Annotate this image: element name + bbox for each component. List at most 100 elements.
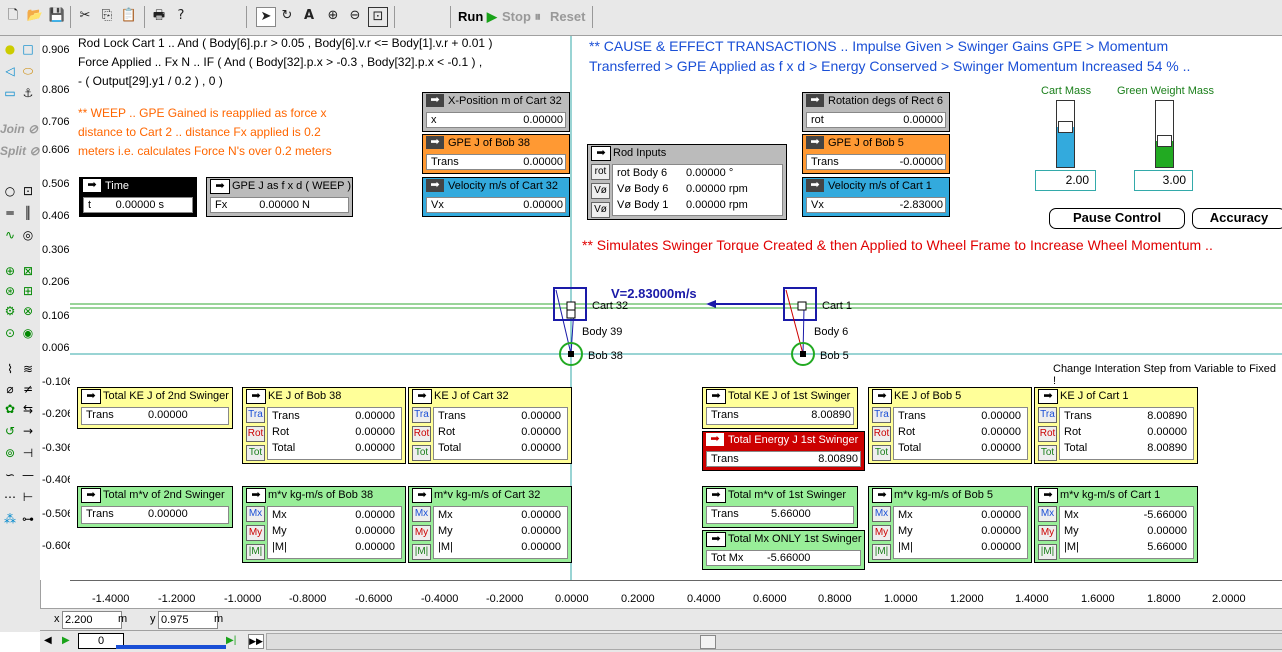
cut-icon[interactable]: ✂: [76, 7, 94, 25]
vertical-slot-tool-icon[interactable]: ║: [20, 206, 36, 220]
rotational-motor-tool-icon[interactable]: ↺: [2, 424, 18, 438]
help-icon[interactable]: ?: [172, 7, 190, 25]
green-weight-slider-thumb[interactable]: [1157, 135, 1172, 147]
meter-tab[interactable]: Tot: [1038, 445, 1057, 461]
meter-tab[interactable]: Tot: [412, 445, 431, 461]
spring-damper-tool-icon[interactable]: ≋: [20, 362, 36, 376]
anchor-tool-icon[interactable]: ⚓: [20, 86, 36, 100]
spring-line-tool-icon[interactable]: ⋯: [2, 490, 18, 504]
zoom-in-icon[interactable]: ⊕: [324, 7, 342, 25]
meter-tab[interactable]: |M|: [412, 544, 431, 560]
meter-tab[interactable]: rot: [591, 164, 610, 180]
copy-icon[interactable]: ⎘: [98, 7, 116, 25]
stop-button[interactable]: Stop ⏸: [502, 9, 541, 25]
meter-total-mv-2nd-swinger[interactable]: ➡ Total m*v of 2nd Swinger Trans 0.00000: [77, 486, 233, 528]
closed-slot-tool-icon[interactable]: ◎: [20, 228, 36, 242]
meter-total-mv-1st-swinger[interactable]: ➡ Total m*v of 1st Swinger Trans 5.66000: [702, 486, 858, 528]
point-tool-icon[interactable]: ○: [2, 184, 18, 198]
bar-tool-icon[interactable]: ⊢: [20, 490, 36, 504]
cart-mass-slider[interactable]: [1056, 100, 1075, 168]
split-button[interactable]: Split ⊘: [0, 144, 39, 158]
curved-shape-tool-icon[interactable]: ⬭: [20, 64, 36, 78]
new-file-icon[interactable]: 🗋: [4, 7, 22, 25]
pointer-icon[interactable]: ➤: [256, 7, 276, 27]
meter-tab[interactable]: My: [246, 525, 265, 541]
motor-tool-icon[interactable]: ⊛: [2, 284, 18, 298]
meter-tab[interactable]: Mx: [1038, 506, 1057, 522]
damper-tool-icon[interactable]: ≠: [20, 382, 36, 396]
meter-tab[interactable]: Tra: [246, 407, 265, 423]
meter-tab[interactable]: |M|: [246, 544, 265, 560]
pulley-tool-icon[interactable]: ⊗: [20, 304, 36, 318]
horizontal-scrollbar[interactable]: [266, 633, 1282, 650]
meter-total-energy-1st-swinger[interactable]: ➡ Total Energy J 1st Swinger Trans 8.0089…: [702, 431, 865, 471]
meter-ke-bob5[interactable]: ➡ KE J of Bob 5 Tra Rot Tot Trans 0.00000 …: [868, 387, 1032, 464]
actuator-tool-icon[interactable]: ⊞: [20, 284, 36, 298]
meter-tab[interactable]: Rot: [1038, 426, 1057, 442]
simulates-note[interactable]: ** Simulates Swinger Torque Created & th…: [582, 237, 1213, 253]
cause-effect-note[interactable]: ** CAUSE & EFFECT TRANSACTIONS .. Impuls…: [589, 36, 1190, 76]
step-forward-icon[interactable]: ▶|: [226, 634, 236, 647]
end-icon[interactable]: ▶▶: [248, 634, 264, 649]
meter-mv-bob38[interactable]: ➡ m*v kg-m/s of Bob 38 Mx My |M| Mx 0.0000…: [242, 486, 406, 563]
meter-tab[interactable]: Mx: [872, 506, 891, 522]
green-weight-input[interactable]: 3.00: [1134, 170, 1193, 191]
meter-time[interactable]: ➡ Time t 0.00000 s: [79, 177, 197, 217]
meter-tab[interactable]: |M|: [872, 544, 891, 560]
rope-tool-icon[interactable]: ◉: [20, 326, 36, 340]
meter-tab[interactable]: |M|: [1038, 544, 1057, 560]
join-button[interactable]: Join ⊘: [0, 122, 38, 136]
separator-tool-icon[interactable]: ⇆: [20, 402, 36, 416]
square-tool-icon[interactable]: ▭: [2, 86, 18, 100]
meter-rod-inputs[interactable]: ➡ Rod Inputs rot Vø Vø rot Body 6 0.00000 …: [587, 144, 787, 220]
meter-mv-cart32[interactable]: ➡ m*v kg-m/s of Cart 32 Mx My |M| Mx 0.000…: [408, 486, 572, 563]
torque-tool-icon[interactable]: ✿: [2, 402, 18, 416]
circle-tool-icon[interactable]: ●: [2, 42, 18, 56]
reset-button[interactable]: Reset: [550, 9, 585, 24]
rectangle-tool-icon[interactable]: □: [20, 42, 36, 56]
pin-joint-tool-icon[interactable]: ⊕: [2, 264, 18, 278]
zoom-fit-icon[interactable]: ⊡: [368, 7, 388, 27]
script-tool-icon[interactable]: ⁂: [2, 512, 18, 526]
paste-icon[interactable]: 📋: [120, 7, 138, 25]
meter-tab[interactable]: Rot: [872, 426, 891, 442]
cart-mass-input[interactable]: 2.00: [1035, 170, 1096, 191]
meter-tab[interactable]: My: [412, 525, 431, 541]
rotational-spring-tool-icon[interactable]: ⌀: [2, 382, 18, 396]
run-button[interactable]: Run ▶: [458, 9, 497, 25]
meter-gpe-fxd[interactable]: ➡ GPE J as f x d ( WEEP ) Fx 0.00000 N: [206, 177, 353, 217]
x-coord-field[interactable]: 2.200: [62, 611, 122, 629]
meter-ke-bob38[interactable]: ➡ KE J of Bob 38 Tra Rot Tot Trans 0.00000…: [242, 387, 406, 464]
meter-rotation-rect6[interactable]: ➡ Rotation degs of Rect 6 rot 0.00000: [802, 92, 950, 132]
green-weight-slider[interactable]: [1155, 100, 1174, 168]
meter-tab[interactable]: Rot: [246, 426, 265, 442]
rope-constraint-tool-icon[interactable]: ∽: [2, 468, 18, 482]
meter-mv-cart1[interactable]: ➡ m*v kg-m/s of Cart 1 Mx My |M| Mx -5.660…: [1034, 486, 1198, 563]
meter-tab[interactable]: Tra: [1038, 407, 1057, 423]
meter-tab[interactable]: Tot: [872, 445, 891, 461]
rotational-actuator-tool-icon[interactable]: ⊚: [2, 446, 18, 460]
open-folder-icon[interactable]: 📂: [26, 7, 44, 25]
meter-tab[interactable]: Tot: [246, 445, 265, 461]
meter-total-ke-1st-swinger[interactable]: ➡ Total KE J of 1st Swinger Trans 8.00890: [702, 387, 858, 429]
play-forward-icon[interactable]: ▶: [62, 634, 72, 647]
weep-note[interactable]: ** WEEP .. GPE Gained is reapplied as fo…: [78, 104, 332, 161]
meter-velocity-cart1[interactable]: ➡ Velocity m/s of Cart 1 Vx -2.83000: [802, 177, 950, 217]
meter-tab[interactable]: Mx: [246, 506, 265, 522]
zoom-out-icon[interactable]: ⊖: [346, 7, 364, 25]
spring-tool-icon[interactable]: ⌇: [2, 362, 18, 376]
meter-total-mx-only-1st-swinger[interactable]: ➡ Total Mx ONLY 1st Swinger Tot Mx -5.660…: [702, 530, 865, 570]
meter-tab[interactable]: Mx: [412, 506, 431, 522]
meter-xpos-cart32[interactable]: ➡ X-Position m of Cart 32 x 0.00000: [422, 92, 570, 132]
cart-mass-slider-thumb[interactable]: [1058, 121, 1073, 133]
gear-icon[interactable]: ⚙: [2, 304, 18, 318]
script-text[interactable]: Rod Lock Cart 1 .. And ( Body[6].p.r > 0…: [78, 36, 492, 91]
force-tool-icon[interactable]: →: [20, 424, 36, 438]
save-icon[interactable]: 💾: [48, 7, 66, 25]
slot-tool-icon[interactable]: ═: [2, 206, 18, 220]
rod-tool-icon[interactable]: ⊣: [20, 446, 36, 460]
meter-mv-bob5[interactable]: ➡ m*v kg-m/s of Bob 5 Mx My |M| Mx 0.00000…: [868, 486, 1032, 563]
meter-gpe-bob5[interactable]: ➡ GPE J of Bob 5 Trans -0.00000: [802, 134, 950, 174]
square-point-tool-icon[interactable]: ⊡: [20, 184, 36, 198]
change-step-note[interactable]: Change Interation Step from Variable to …: [1053, 363, 1282, 387]
